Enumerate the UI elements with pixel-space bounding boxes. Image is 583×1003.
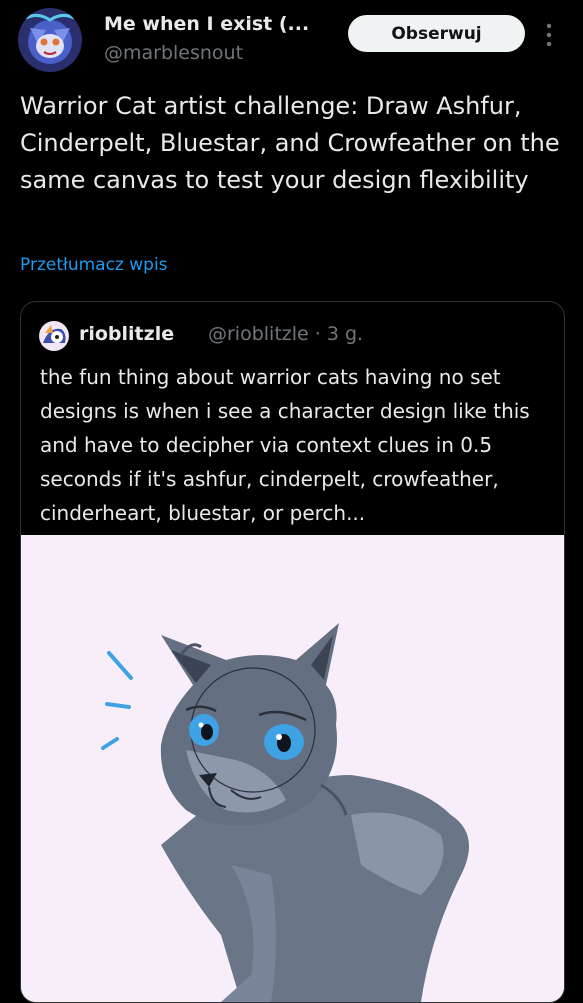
more-vertical-icon[interactable] xyxy=(543,22,555,48)
quote-timestamp: · 3 g. xyxy=(314,323,364,345)
quote-media[interactable] xyxy=(21,535,564,1002)
quote-avatar-icon xyxy=(39,321,69,351)
quote-author-handle[interactable]: @rioblitzle xyxy=(208,323,309,345)
quote-author-meta: @rioblitzle · 3 g. xyxy=(208,323,363,345)
post-text: Warrior Cat artist challenge: Draw Ashfu… xyxy=(20,92,560,194)
author-handle[interactable]: @marblesnout xyxy=(104,42,243,64)
translate-post-link[interactable]: Przetłumacz wpis xyxy=(20,255,168,275)
quote-author-name[interactable]: rioblitzle xyxy=(79,323,174,345)
author-avatar[interactable] xyxy=(18,8,82,72)
author-name[interactable]: Me when I exist (... xyxy=(104,13,309,35)
quoted-post[interactable]: rioblitzle @rioblitzle · 3 g. the fun th… xyxy=(20,301,565,1003)
quote-text: the fun thing about warrior cats having … xyxy=(40,365,530,525)
follow-button[interactable]: Obserwuj xyxy=(348,15,525,52)
quote-avatar[interactable] xyxy=(39,321,69,351)
avatar-icon xyxy=(18,8,82,72)
cat-drawing-image xyxy=(21,535,564,1002)
